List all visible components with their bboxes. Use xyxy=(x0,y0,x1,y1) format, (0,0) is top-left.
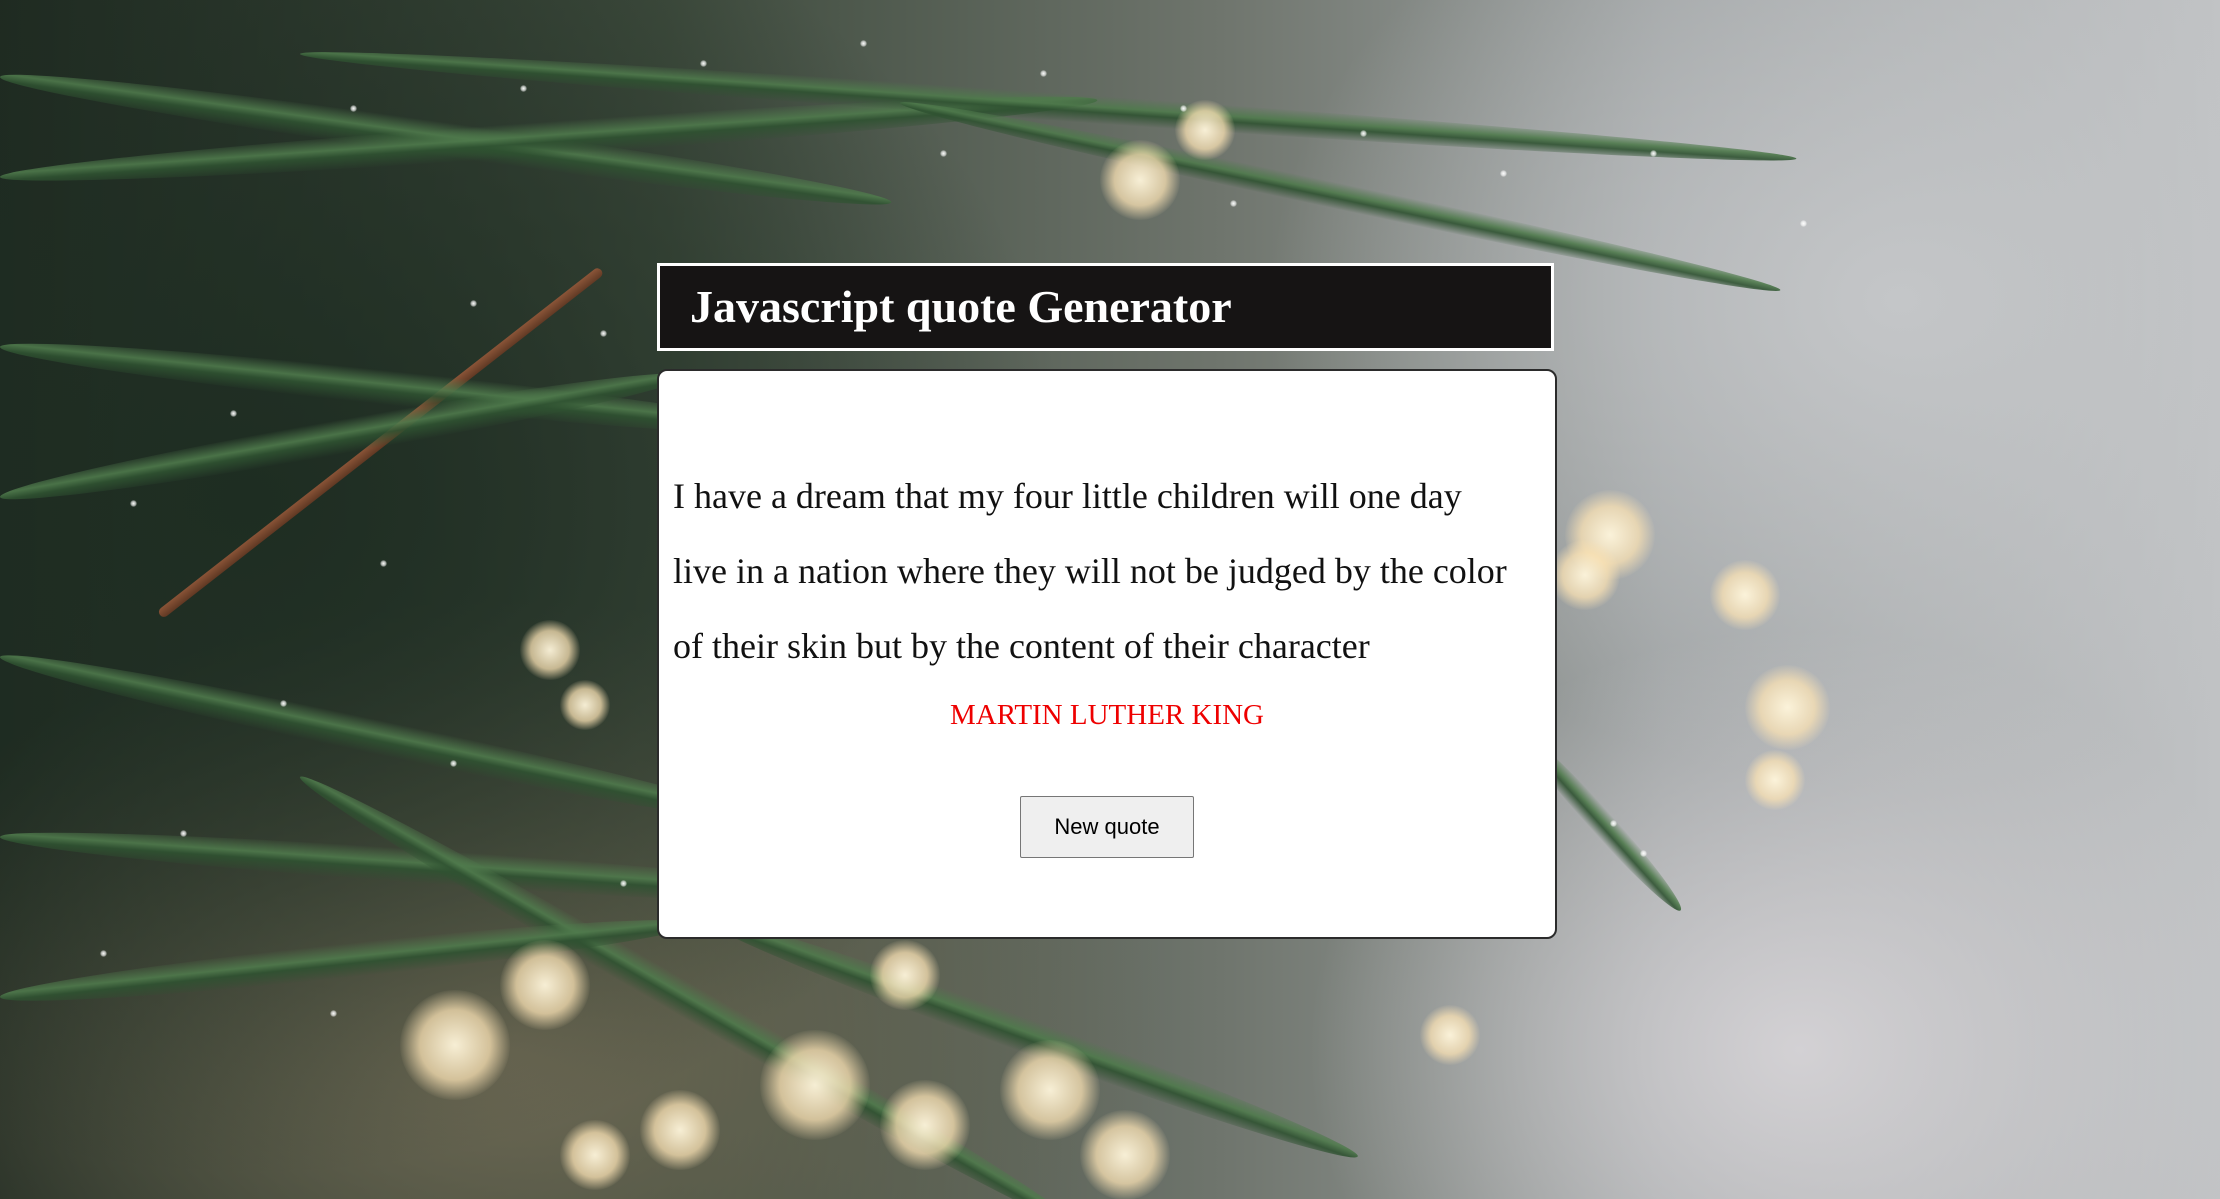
app-header: Javascript quote Generator xyxy=(657,263,1554,351)
page-title: Javascript quote Generator xyxy=(690,281,1232,332)
quote-text: I have a dream that my four little child… xyxy=(673,476,1507,666)
quote-author: MARTIN LUTHER KING xyxy=(949,699,1264,731)
new-quote-button[interactable]: New quote xyxy=(1020,796,1194,858)
quote-card: I have a dream that my four little child… xyxy=(657,369,1557,939)
